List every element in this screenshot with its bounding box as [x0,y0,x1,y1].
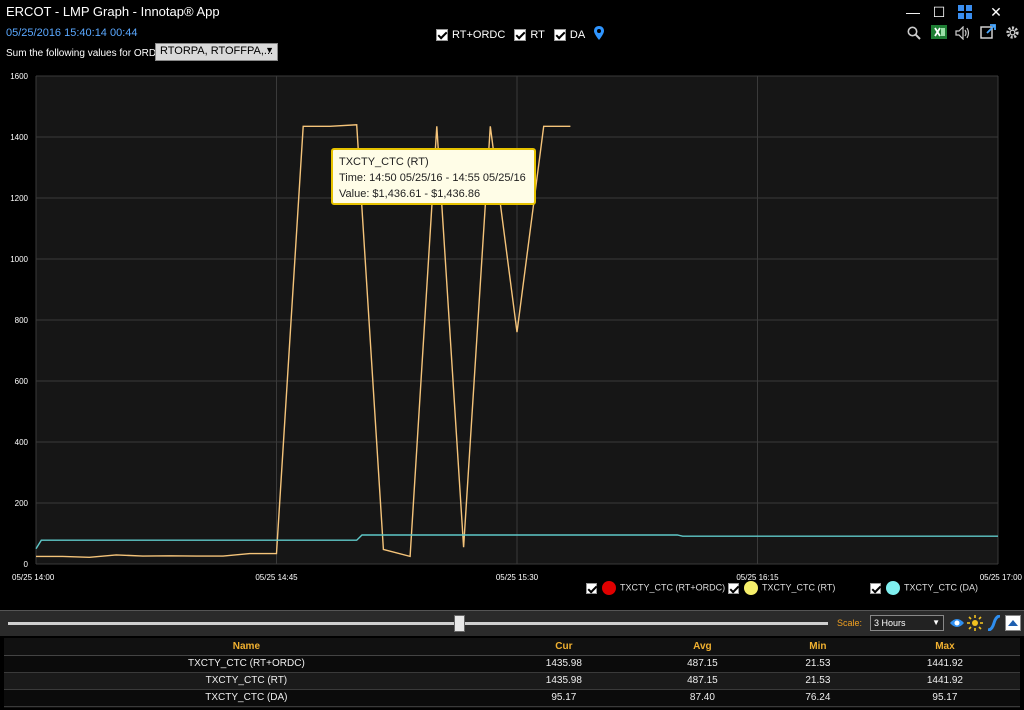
col-header-avg: Avg [638,638,766,656]
window-title: ERCOT - LMP Graph - Innotap® App [6,4,220,19]
cell-min: 21.53 [765,672,870,690]
y-tick-label: 1200 [10,194,28,203]
scale-label: Scale: [837,618,863,628]
col-header-min: Min [765,638,870,656]
collapse-panel-icon[interactable] [1004,615,1022,633]
tooltip-value: Value: $1,436.61 - $1,436.86 [339,188,481,200]
legend-item-rt[interactable]: TXCTY_CTC (RT) [728,581,835,595]
gear-icon[interactable] [1002,25,1022,43]
legend-checkbox-rt[interactable] [728,582,739,594]
toggle-da-label: DA [569,28,586,41]
cell-min: 21.53 [765,655,870,673]
stats-header-row: Name Cur Avg Min Max [4,638,1020,656]
series-toggles: RT+ORDC RT DA [436,26,605,43]
curve-icon[interactable] [985,614,1003,633]
cell-cur: 1435.98 [488,672,639,690]
toggle-rt-checkbox[interactable] [514,28,527,41]
y-tick-label: 0 [24,560,29,569]
legend-item-rt-ordc[interactable]: TXCTY_CTC (RT+ORDC) [586,581,725,595]
toggle-rt-ordc-checkbox[interactable] [436,28,448,41]
table-row[interactable]: TXCTY_CTC (RT) 1435.98 487.15 21.53 1441… [4,672,1020,690]
minimize-button[interactable]: — [902,2,924,22]
x-tick-label: 05/25 15:30 [496,573,539,582]
time-slider-bar: Scale: 3 Hours ▼ [0,610,1024,636]
cell-name: TXCTY_CTC (RT) [4,672,489,690]
chart-svg: 0 200 400 600 800 1000 1200 1400 1600 05/25 14:00… [10,72,1023,582]
lmp-chart[interactable]: 0 200 400 600 800 1000 1200 1400 1600 05/25 14:00… [0,64,1024,610]
toggle-da-checkbox[interactable] [553,28,566,41]
tooltip-title: TXCTY_CTC (RT) [339,156,429,168]
legend-item-da[interactable]: TXCTY_CTC (DA) [870,581,978,595]
location-pin-icon[interactable] [594,26,605,43]
tooltip-time: Time: 14:50 05/25/16 - 14:55 05/25/16 [339,172,526,184]
popout-icon[interactable] [978,24,998,42]
table-row[interactable]: TXCTY_CTC (RT+ORDC) 1435.98 487.15 21.53… [4,655,1020,673]
table-row[interactable]: TXCTY_CTC (DA) 95.17 87.40 76.24 95.17 [4,689,1020,707]
stats-table: Name Cur Avg Min Max TXCTY_CTC (RT+ORDC)… [4,638,1020,707]
close-button[interactable]: ✕ [985,2,1007,22]
legend-swatch-rt-ordc [602,581,616,595]
y-tick-label: 1400 [10,133,28,142]
cell-cur: 95.17 [488,689,639,707]
y-tick-label: 800 [15,316,29,325]
y-tick-label: 200 [15,499,29,508]
eye-icon[interactable] [948,615,966,633]
toggle-rt-ordc-label: RT+ORDC [452,28,506,41]
chevron-down-icon: ▼ [265,45,274,55]
y-tick-label: 1600 [10,72,28,81]
speaker-icon[interactable] [953,25,973,44]
y-tick-label: 1000 [10,255,28,264]
search-icon[interactable] [904,26,924,44]
cell-cur: 1435.98 [488,655,639,673]
cell-avg: 87.40 [638,689,766,707]
cell-name: TXCTY_CTC (RT+ORDC) [4,655,489,673]
timestamp: 05/25/2016 15:40:14 00:44 [6,27,138,39]
sum-label: Sum the following values for ORDC [6,48,164,59]
legend-label-rt: TXCTY_CTC (RT) [762,582,836,593]
grid-icon[interactable] [954,2,976,22]
x-tick-label: 05/25 14:00 [12,573,55,582]
excel-icon[interactable] [929,24,949,42]
col-header-cur: Cur [488,638,639,656]
stats-table-panel: Name Cur Avg Min Max TXCTY_CTC (RT+ORDC)… [4,638,1020,708]
sun-icon[interactable] [966,615,984,633]
scale-select-value: 3 Hours [874,618,906,628]
ordc-select[interactable]: RTORPA, RTOFFPA,... ▼ [155,43,278,61]
col-header-name: Name [4,638,489,656]
legend-checkbox-rt-ordc[interactable] [586,582,597,594]
scale-select[interactable]: 3 Hours ▼ [870,615,944,631]
cell-max: 95.17 [869,689,1020,707]
cell-max: 1441.92 [869,672,1020,690]
maximize-button[interactable]: ☐ [928,2,950,22]
col-header-max: Max [869,638,1020,656]
tool-icons [904,24,1022,43]
legend-swatch-da [886,581,900,595]
y-tick-label: 400 [15,438,29,447]
y-tick-label: 600 [15,377,29,386]
title-bar: ERCOT - LMP Graph - Innotap® App — ☐ ✕ [0,0,1024,24]
cell-min: 76.24 [765,689,870,707]
chart-tooltip: TXCTY_CTC (RT) Time: 14:50 05/25/16 - 14… [331,148,536,205]
cell-avg: 487.15 [638,672,766,690]
x-tick-label: 05/25 14:45 [255,573,298,582]
cell-name: TXCTY_CTC (DA) [4,689,489,707]
legend-label-rt-ordc: TXCTY_CTC (RT+ORDC) [620,582,726,593]
time-slider-thumb[interactable] [454,615,465,632]
x-tick-label: 05/25 17:00 [980,573,1023,582]
toggle-rt-label: RT [530,28,545,41]
ordc-select-value: RTORPA, RTOFFPA,... [160,45,274,57]
toolbar: 05/25/2016 15:40:14 00:44 Sum the follow… [0,24,1024,64]
time-slider-track[interactable] [8,622,828,625]
cell-max: 1441.92 [869,655,1020,673]
legend-checkbox-da[interactable] [870,582,881,594]
legend-swatch-rt [744,581,758,595]
chevron-down-icon: ▼ [932,618,940,627]
legend-label-da: TXCTY_CTC (DA) [904,582,978,593]
cell-avg: 487.15 [638,655,766,673]
